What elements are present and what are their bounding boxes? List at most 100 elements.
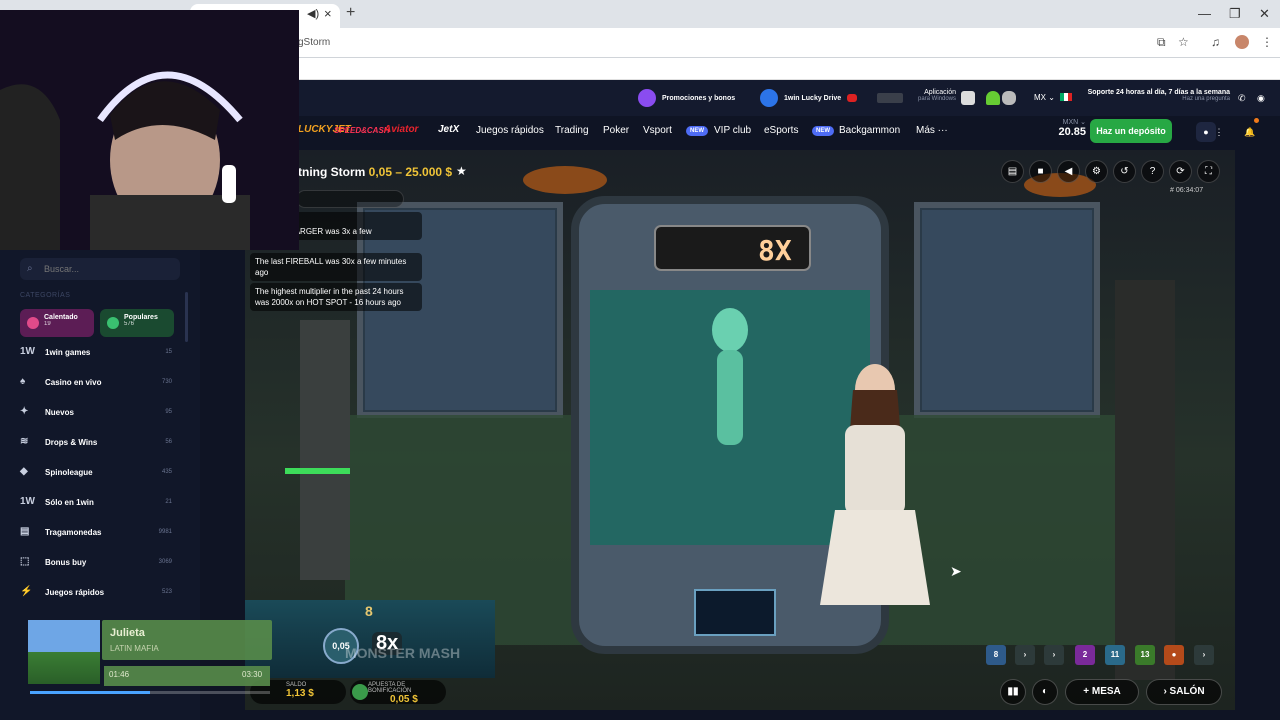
sidebar-item-count: 730 xyxy=(161,379,172,385)
history-value: 8 xyxy=(993,650,999,659)
volume-icon[interactable]: ◀ xyxy=(1057,160,1080,183)
sidebar-scrollbar[interactable] xyxy=(185,292,188,342)
sidebar-item-bonus-buy[interactable]: ⬚ Bonus buy 3069 xyxy=(20,552,176,576)
nav-trading[interactable]: Trading xyxy=(555,125,589,136)
history-icon[interactable]: ↺ xyxy=(1113,160,1136,183)
nav-more[interactable]: Más ··· xyxy=(916,125,948,136)
sidebar-item-new[interactable]: ✦ Nuevos 95 xyxy=(20,402,176,426)
game-title: tning Storm 0,05 – 25.000 $ xyxy=(298,165,452,179)
nav-quick-games[interactable]: Juegos rápidos xyxy=(476,125,544,136)
nav-poker[interactable]: Poker xyxy=(603,125,629,136)
nav-backgammon[interactable]: Backgammon xyxy=(839,125,900,136)
chat-input[interactable] xyxy=(296,190,404,208)
sidebar-item-only-1win[interactable]: 1W Sólo en 1win 21 xyxy=(20,492,176,516)
user-menu-icon[interactable]: ⋮ xyxy=(1213,122,1225,142)
speedcash-logo[interactable]: SPEED&CASH xyxy=(334,126,390,135)
1win-icon: 1W xyxy=(20,346,35,357)
sidebar-item-label: Nuevos xyxy=(45,408,74,417)
jetx-logo[interactable]: JetX xyxy=(438,124,459,135)
windows-icon[interactable] xyxy=(961,91,975,105)
presenter-skirt xyxy=(820,510,930,605)
close-window-button[interactable]: ✕ xyxy=(1259,6,1270,22)
nav-esports[interactable]: eSports xyxy=(764,125,798,136)
tesla-coil xyxy=(300,320,350,580)
mesa-button[interactable]: + MESA xyxy=(1065,679,1139,705)
bonus-value: 0,05 $ xyxy=(390,694,418,705)
lucky-drive-link[interactable]: 1win Lucky Drive xyxy=(760,88,904,108)
app-download[interactable]: Aplicación para Windows xyxy=(912,89,956,102)
install-icon[interactable]: ⧉ xyxy=(1157,35,1166,50)
fire-icon xyxy=(27,317,39,329)
chat-text: The highest multiplier in the past 24 ho… xyxy=(255,287,404,307)
streamer-hoodie xyxy=(90,195,250,250)
minimize-button[interactable]: — xyxy=(1198,6,1211,21)
sidebar-item-slots[interactable]: ▤ Tragamonedas 9981 xyxy=(20,522,176,546)
new-icon: ✦ xyxy=(20,406,29,417)
bookmark-star-icon[interactable]: ☆ xyxy=(1178,35,1189,49)
sidebar-item-label: Bonus buy xyxy=(45,558,87,567)
nav-vip-club[interactable]: VIP club xyxy=(714,125,751,136)
history-item: 2 xyxy=(1075,645,1095,665)
browser-menu-icon[interactable]: ⋮ xyxy=(1261,35,1273,49)
track-elapsed: 01:46 xyxy=(109,670,130,679)
storm-clouds xyxy=(922,210,1092,410)
sidebar-item-drops-wins[interactable]: ≋ Drops & Wins 56 xyxy=(20,432,176,456)
chip-toggle-icon[interactable]: ◐ xyxy=(1032,679,1058,705)
profile-avatar[interactable] xyxy=(1235,35,1249,49)
chip-hot-count: 19 xyxy=(44,321,51,327)
maximize-button[interactable]: ❐ xyxy=(1229,6,1241,22)
support-subtitle: Haz una pregunta xyxy=(1182,96,1230,102)
star-icon xyxy=(107,317,119,329)
deposit-button[interactable]: Haz un depósito xyxy=(1090,119,1172,143)
settings-gear-icon[interactable]: ⚙ xyxy=(1085,160,1108,183)
history-value: 13 xyxy=(1140,650,1150,659)
sidebar-search-input[interactable] xyxy=(20,258,180,280)
balance-display[interactable]: MXN ⌄ 20.85 xyxy=(1052,118,1086,138)
promotions-link[interactable]: Promociones y bonos xyxy=(638,88,735,108)
slot-machine-icon: ▤ xyxy=(20,526,30,537)
android-icon[interactable] xyxy=(986,91,1000,105)
sidebar-item-1win-games[interactable]: 1W 1win games 15 xyxy=(20,342,176,366)
sidebar-item-count: 15 xyxy=(165,349,172,355)
mesa-label: MESA xyxy=(1091,686,1121,697)
chat-toggle-icon[interactable]: ▤ xyxy=(1001,160,1024,183)
sidebar-item-quick-games[interactable]: ⚡ Juegos rápidos 523 xyxy=(20,582,176,606)
tab-close-button[interactable]: × xyxy=(324,6,332,21)
screen: ◀) × + — ❐ ✕ gStorm ⧉ ☆ ♫ ⋮ Promociones … xyxy=(0,0,1280,720)
new-tab-button[interactable]: + xyxy=(346,4,355,22)
media-icon[interactable]: ♫ xyxy=(1211,35,1220,49)
sidebar-item-count: 523 xyxy=(161,589,172,595)
stats-icon[interactable]: ▮▮ xyxy=(1000,679,1026,705)
salon-button[interactable]: › SALÓN xyxy=(1146,679,1222,705)
game-limits: 0,05 – 25.000 $ xyxy=(368,165,453,179)
lamp xyxy=(523,166,607,194)
help-icon[interactable]: ? xyxy=(1141,160,1164,183)
speaker-icon[interactable]: ◀) xyxy=(307,7,319,20)
apple-icon[interactable] xyxy=(1002,91,1016,105)
favorite-star-icon[interactable]: ★ xyxy=(456,164,467,178)
history-item: › xyxy=(1194,645,1214,665)
aviator-logo[interactable]: Aviator xyxy=(384,124,418,135)
sidebar-item-spinoleague[interactable]: ◆ Spinoleague 435 xyxy=(20,462,176,486)
sidebar-item-label: Spinoleague xyxy=(45,468,93,477)
lightning-icon: ⚡ xyxy=(20,586,33,597)
notification-bell-icon[interactable]: 🔔 xyxy=(1240,122,1260,142)
fullscreen-icon[interactable]: ⛶ xyxy=(1197,160,1220,183)
shield-icon xyxy=(760,89,778,107)
url-text[interactable]: gStorm xyxy=(298,37,330,48)
support-info[interactable]: Soporte 24 horas al día, 7 días a la sem… xyxy=(1080,89,1230,102)
language-selector[interactable]: MX ⌄ xyxy=(1034,93,1055,102)
chat-icon[interactable]: ◉ xyxy=(1257,93,1265,104)
mexico-flag-icon xyxy=(1060,93,1072,101)
phone-icon[interactable]: ✆ xyxy=(1238,93,1246,104)
history-item: ● xyxy=(1164,645,1184,665)
hud-number: 8 xyxy=(365,603,373,619)
refresh-icon[interactable]: ⟳ xyxy=(1169,160,1192,183)
search-icon: ⌕ xyxy=(27,263,33,274)
video-icon[interactable]: ■ xyxy=(1029,160,1052,183)
chip-hot[interactable]: Calentado 19 xyxy=(20,309,94,337)
sidebar-item-live-casino[interactable]: ♠ Casino en vivo 730 xyxy=(20,372,176,396)
chip-popular[interactable]: Populares 576 xyxy=(100,309,174,337)
sidebar-item-count: 95 xyxy=(165,409,172,415)
nav-vsport[interactable]: Vsport xyxy=(643,125,672,136)
